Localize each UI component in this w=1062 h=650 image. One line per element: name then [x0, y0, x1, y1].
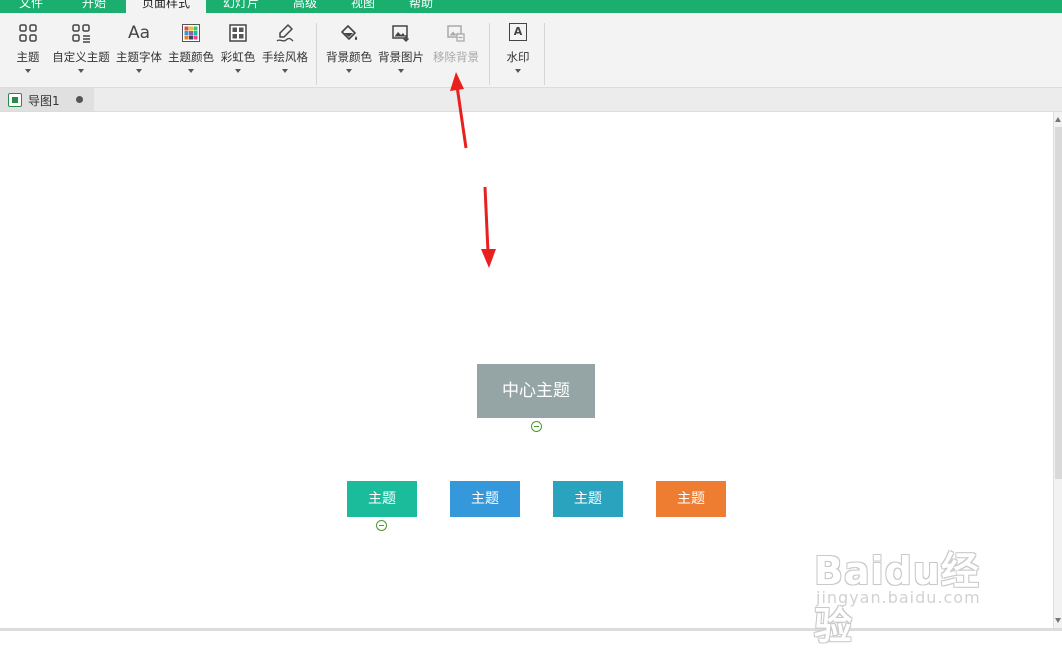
- vertical-scrollbar[interactable]: [1053, 112, 1062, 628]
- watermark-url: jingyan.baidu.com: [816, 588, 981, 607]
- arrow-up-annotation: [450, 72, 468, 149]
- arrow-down-annotation: [481, 186, 496, 268]
- baidu-watermark: Baidu经验 jingyan.baidu.com: [814, 540, 1014, 648]
- scroll-up-icon[interactable]: [1055, 117, 1061, 122]
- annotation-arrows: [450, 72, 496, 268]
- scroll-down-icon[interactable]: [1055, 618, 1061, 623]
- scrollbar-thumb[interactable]: [1055, 127, 1062, 479]
